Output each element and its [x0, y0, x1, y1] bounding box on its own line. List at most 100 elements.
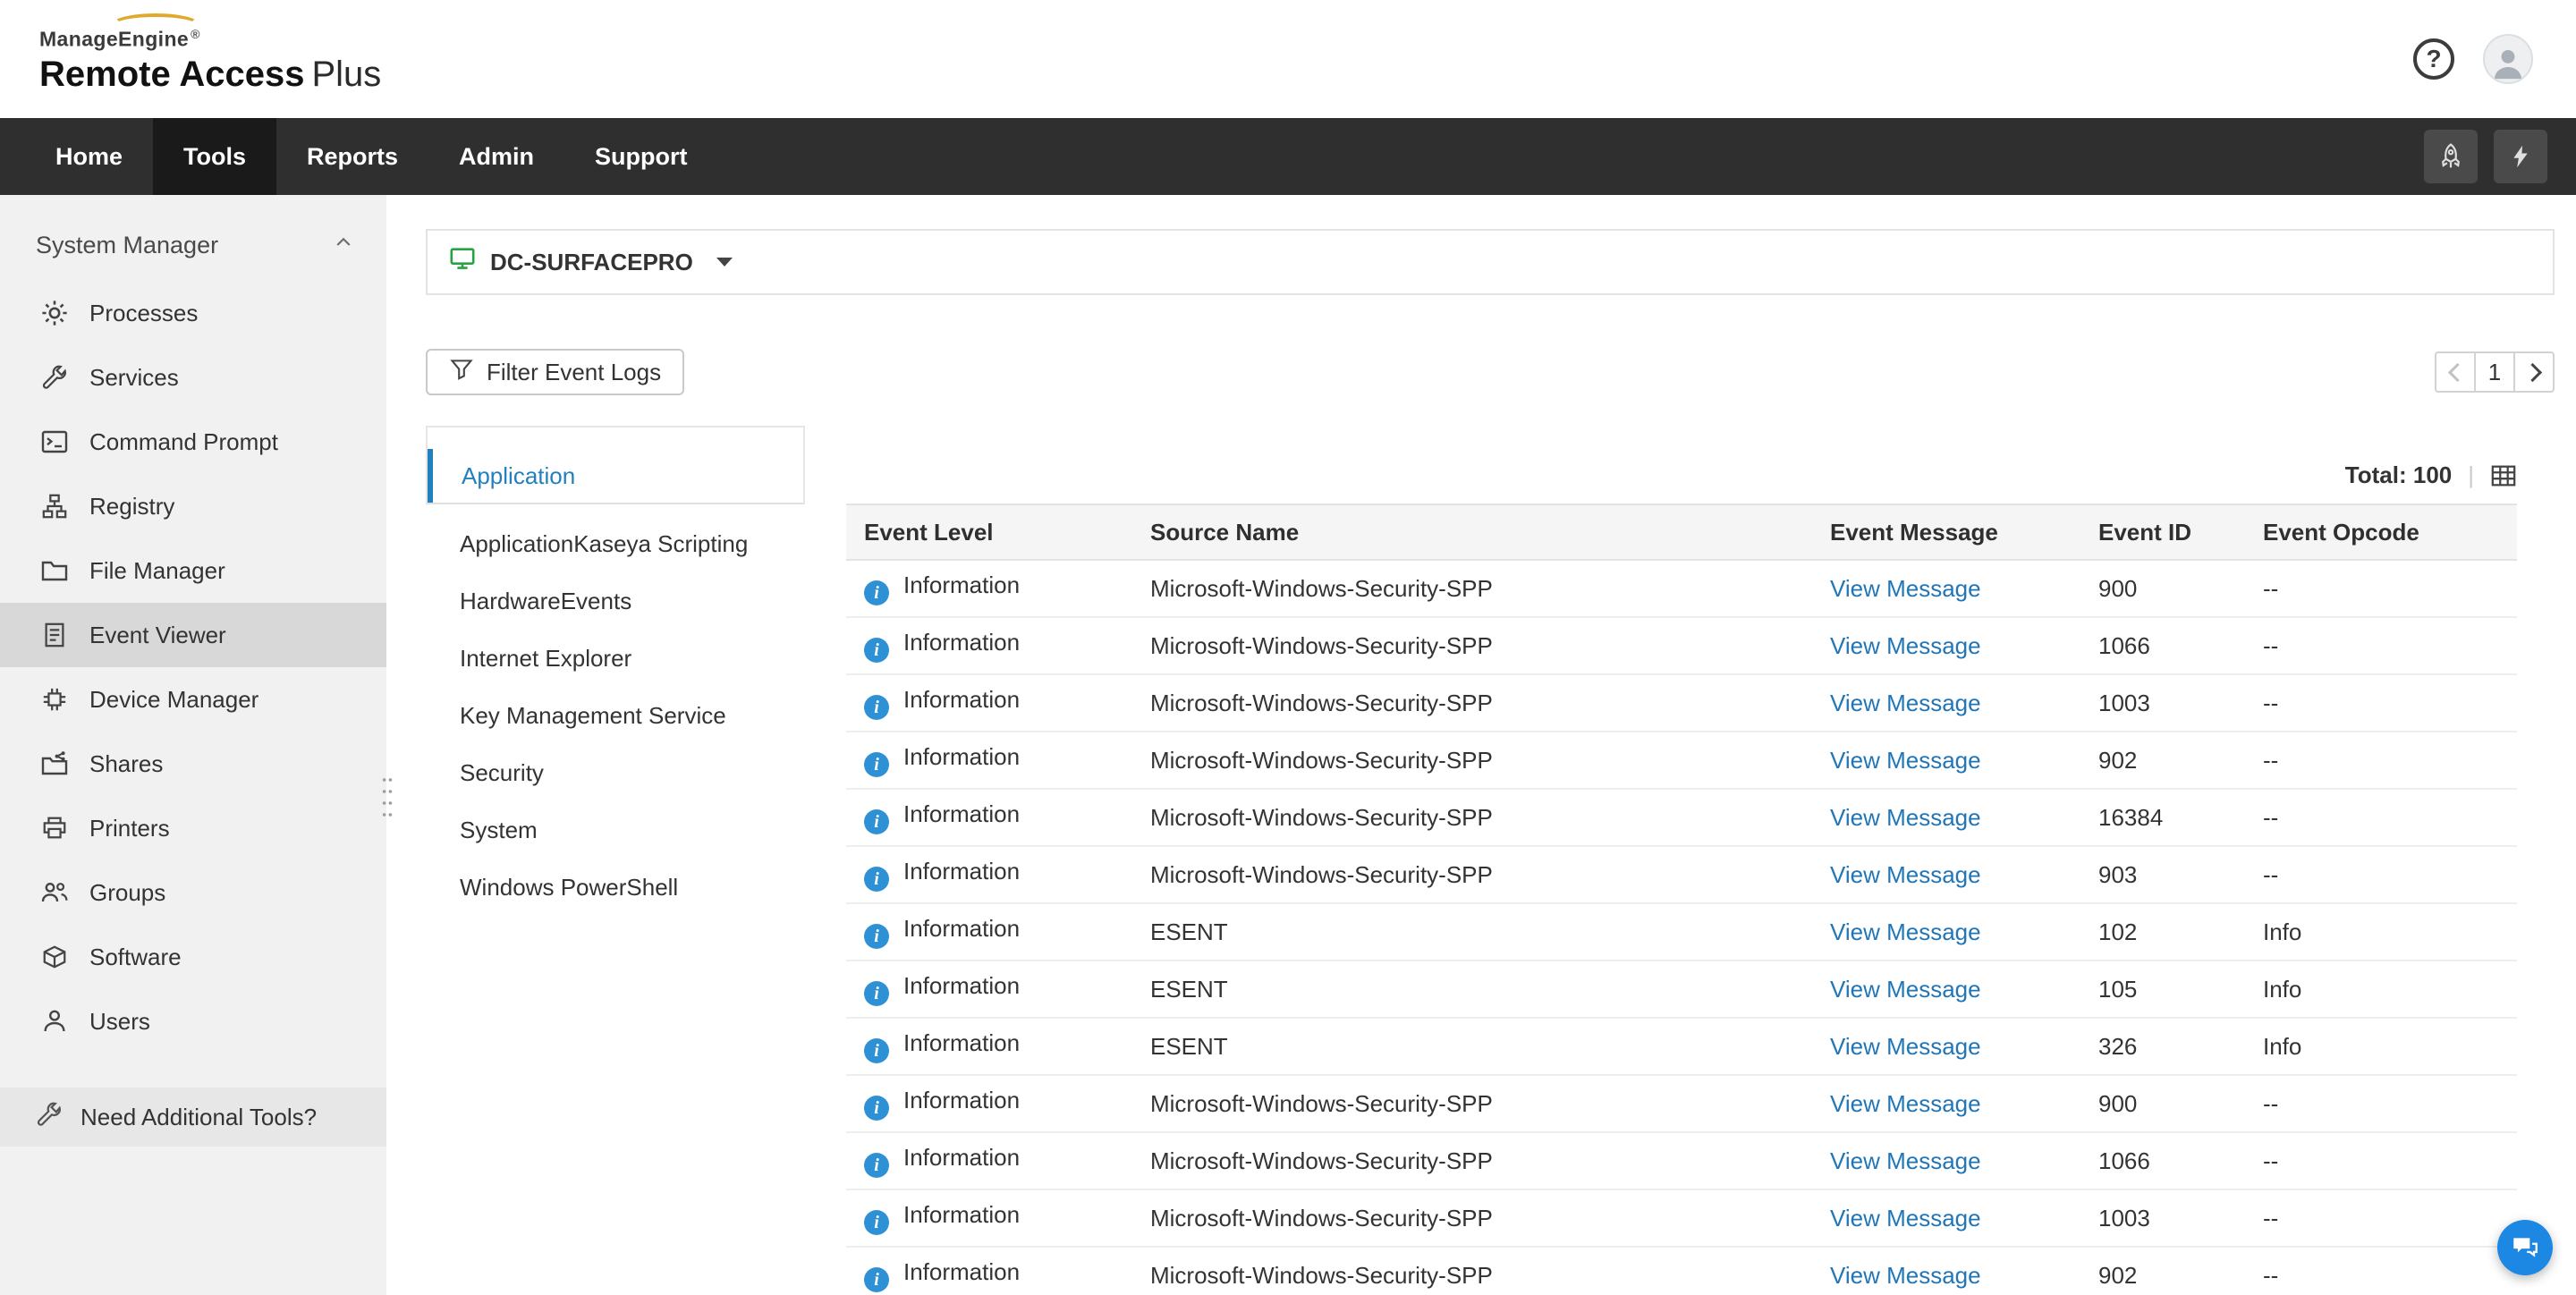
- source-name: ESENT: [1132, 1018, 1812, 1075]
- event-id: 105: [2080, 961, 2245, 1018]
- sidebar-item-groups[interactable]: Groups: [0, 860, 386, 925]
- sidebar-item-label: Printers: [89, 815, 170, 842]
- sidebar-item-event-viewer[interactable]: Event Viewer: [0, 603, 386, 667]
- sidebar-item-file-manager[interactable]: File Manager: [0, 538, 386, 603]
- grid-view-icon[interactable]: [2490, 462, 2517, 489]
- view-message-link[interactable]: View Message: [1830, 804, 1981, 831]
- category-windows-powershell[interactable]: Windows PowerShell: [426, 859, 805, 916]
- info-icon: i: [864, 867, 889, 892]
- sidebar-item-device-manager[interactable]: Device Manager: [0, 667, 386, 732]
- sidebar-item-label: Processes: [89, 300, 198, 327]
- view-message-link[interactable]: View Message: [1830, 1033, 1981, 1060]
- view-message-link[interactable]: View Message: [1830, 632, 1981, 659]
- lightning-icon[interactable]: [2494, 130, 2547, 183]
- sidebar-resize-handle[interactable]: [379, 773, 395, 823]
- view-message-link[interactable]: View Message: [1830, 1205, 1981, 1232]
- category-key-management-service[interactable]: Key Management Service: [426, 687, 805, 744]
- nav-item-support[interactable]: Support: [564, 118, 717, 195]
- view-message-link[interactable]: View Message: [1830, 1262, 1981, 1289]
- event-message-cell: View Message: [1812, 961, 2080, 1018]
- sidebar-item-users[interactable]: Users: [0, 989, 386, 1054]
- event-opcode: Info: [2245, 1018, 2517, 1075]
- help-glyph: ?: [2426, 45, 2441, 73]
- nav-item-tools[interactable]: Tools: [153, 118, 276, 195]
- view-message-link[interactable]: View Message: [1830, 1147, 1981, 1174]
- sidebar-item-label: Services: [89, 364, 179, 392]
- nav-item-admin[interactable]: Admin: [428, 118, 564, 195]
- column-header-event-message: Event Message: [1812, 504, 2080, 560]
- category-system[interactable]: System: [426, 801, 805, 859]
- help-icon[interactable]: ?: [2413, 38, 2454, 80]
- event-row: iInformationESENTView Message102Info: [846, 903, 2517, 961]
- sidebar-item-command-prompt[interactable]: Command Prompt: [0, 410, 386, 474]
- event-level-cell: iInformation: [846, 846, 1132, 903]
- category-applicationkaseya-scripting[interactable]: ApplicationKaseya Scripting: [426, 515, 805, 572]
- sidebar-item-processes[interactable]: Processes: [0, 281, 386, 345]
- event-opcode: Info: [2245, 903, 2517, 961]
- event-message-cell: View Message: [1812, 789, 2080, 846]
- column-header-event-level: Event Level: [846, 504, 1132, 560]
- event-id: 900: [2080, 1075, 2245, 1132]
- sidebar-item-services[interactable]: Services: [0, 345, 386, 410]
- sidebar-item-software[interactable]: Software: [0, 925, 386, 989]
- filter-event-logs-button[interactable]: Filter Event Logs: [426, 349, 684, 395]
- event-row: iInformationMicrosoft-Windows-Security-S…: [846, 674, 2517, 732]
- category-hardwareevents[interactable]: HardwareEvents: [426, 572, 805, 630]
- info-icon: i: [864, 580, 889, 605]
- chevron-right-icon: [2522, 362, 2541, 381]
- event-opcode: --: [2245, 1132, 2517, 1189]
- nav-item-home[interactable]: Home: [25, 118, 153, 195]
- device-selector[interactable]: DC-SURFACEPRO: [426, 229, 2555, 295]
- info-icon: i: [864, 1267, 889, 1292]
- event-message-cell: View Message: [1812, 1247, 2080, 1295]
- event-level: Information: [903, 1029, 1020, 1056]
- monitor-icon: [449, 245, 476, 279]
- event-level-cell: iInformation: [846, 674, 1132, 732]
- info-icon: i: [864, 1210, 889, 1235]
- rocket-icon[interactable]: [2424, 130, 2478, 183]
- view-message-link[interactable]: View Message: [1830, 575, 1981, 602]
- view-message-link[interactable]: View Message: [1830, 747, 1981, 774]
- event-level: Information: [903, 743, 1020, 770]
- gear-icon: [39, 298, 70, 328]
- user-avatar[interactable]: [2483, 34, 2533, 84]
- device-name: DC-SURFACEPRO: [490, 249, 693, 276]
- logo-swoosh: [111, 13, 200, 37]
- event-level-cell: iInformation: [846, 617, 1132, 674]
- sidebar-item-registry[interactable]: Registry: [0, 474, 386, 538]
- source-name: Microsoft-Windows-Security-SPP: [1132, 1247, 1812, 1295]
- brand-logo[interactable]: ManageEngine® Remote AccessPlus: [39, 22, 381, 96]
- info-icon: i: [864, 1038, 889, 1063]
- source-name: Microsoft-Windows-Security-SPP: [1132, 846, 1812, 903]
- prev-page-button[interactable]: [2435, 351, 2476, 393]
- event-level: Information: [903, 915, 1020, 942]
- event-opcode: --: [2245, 560, 2517, 617]
- event-opcode: Info: [2245, 961, 2517, 1018]
- sidebar-item-shares[interactable]: Shares: [0, 732, 386, 796]
- sidebar-item-need-additional-tools[interactable]: Need Additional Tools?: [0, 1088, 386, 1147]
- sidebar-section-system-manager[interactable]: System Manager: [0, 209, 386, 281]
- view-message-link[interactable]: View Message: [1830, 861, 1981, 888]
- view-message-link[interactable]: View Message: [1830, 1090, 1981, 1117]
- document-icon: [39, 620, 70, 650]
- view-message-link[interactable]: View Message: [1830, 976, 1981, 1003]
- source-name: Microsoft-Windows-Security-SPP: [1132, 732, 1812, 789]
- current-page[interactable]: 1: [2474, 351, 2515, 393]
- sidebar-items: Processes Services Command PromptRegistryF…: [0, 281, 386, 1054]
- category-security[interactable]: Security: [426, 744, 805, 801]
- view-message-link[interactable]: View Message: [1830, 918, 1981, 945]
- chat-widget-button[interactable]: [2497, 1220, 2553, 1275]
- nav-item-reports[interactable]: Reports: [276, 118, 428, 195]
- event-level: Information: [903, 1087, 1020, 1113]
- event-message-cell: View Message: [1812, 1132, 2080, 1189]
- event-message-cell: View Message: [1812, 1189, 2080, 1247]
- header-actions: ?: [2413, 34, 2533, 84]
- category-internet-explorer[interactable]: Internet Explorer: [426, 630, 805, 687]
- event-row: iInformationMicrosoft-Windows-Security-S…: [846, 617, 2517, 674]
- view-message-link[interactable]: View Message: [1830, 690, 1981, 716]
- next-page-button[interactable]: [2513, 351, 2555, 393]
- event-level: Information: [903, 1201, 1020, 1228]
- event-opcode: --: [2245, 674, 2517, 732]
- sidebar-item-printers[interactable]: Printers: [0, 796, 386, 860]
- category-application[interactable]: Application: [426, 449, 805, 504]
